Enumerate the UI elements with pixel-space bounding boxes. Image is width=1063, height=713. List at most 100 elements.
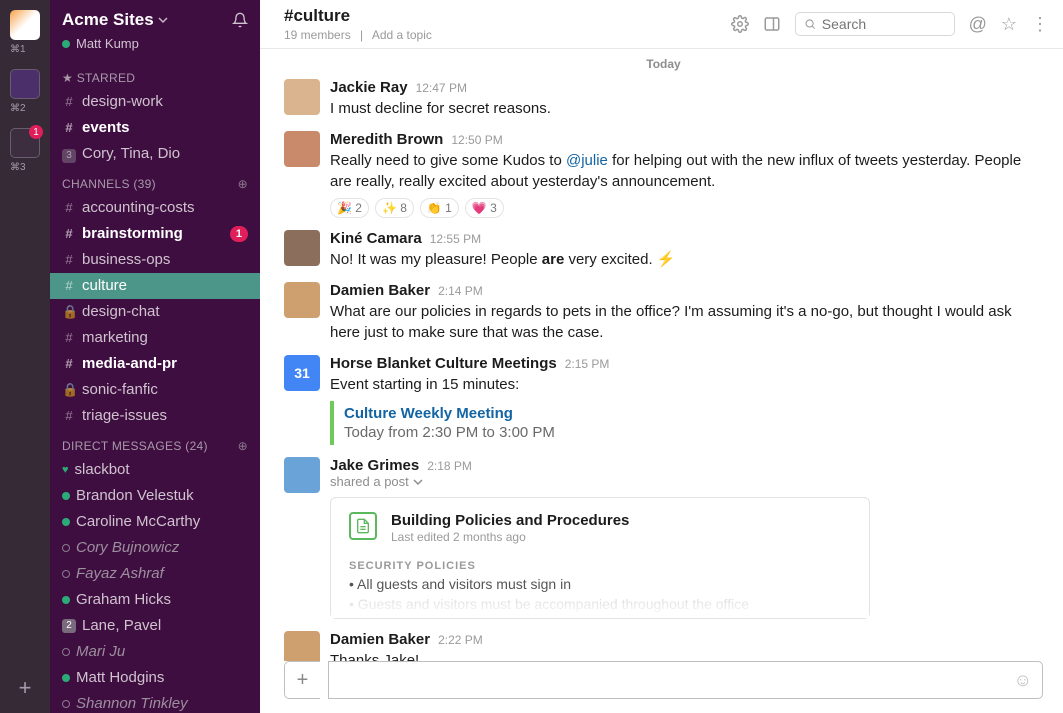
starred-item[interactable]: 3Cory, Tina, Dio bbox=[50, 141, 260, 167]
channel-item-marketing[interactable]: #marketing bbox=[50, 325, 260, 351]
item-label: media-and-pr bbox=[82, 353, 177, 375]
starred-header: ★ STARRED bbox=[50, 61, 260, 89]
dm-item[interactable]: Shannon Tinkley bbox=[50, 691, 260, 713]
search-box[interactable] bbox=[795, 12, 955, 36]
presence-dot bbox=[62, 518, 70, 526]
message-author[interactable]: Jake Grimes bbox=[330, 457, 419, 474]
date-divider: Today bbox=[284, 57, 1043, 71]
message-author[interactable]: Damien Baker bbox=[330, 282, 430, 299]
item-label: brainstorming bbox=[82, 223, 183, 245]
message-text: What are our policies in regards to pets… bbox=[330, 301, 1043, 343]
dm-item[interactable]: Graham Hicks bbox=[50, 587, 260, 613]
message: Damien Baker2:22 PMThanks Jake! bbox=[284, 631, 1043, 661]
message-input[interactable] bbox=[339, 672, 1010, 689]
hash-icon: # bbox=[62, 405, 76, 427]
avatar[interactable] bbox=[284, 230, 320, 266]
event-attachment[interactable]: Culture Weekly MeetingToday from 2:30 PM… bbox=[330, 401, 1043, 445]
workspace-1[interactable] bbox=[10, 10, 40, 40]
item-label: Cory, Tina, Dio bbox=[82, 143, 180, 165]
message-author[interactable]: Horse Blanket Culture Meetings bbox=[330, 355, 557, 372]
reaction[interactable]: ✨ 8 bbox=[375, 198, 414, 218]
add-workspace-button[interactable]: + bbox=[19, 675, 32, 701]
message-author[interactable]: Meredith Brown bbox=[330, 131, 443, 148]
search-input[interactable] bbox=[822, 16, 946, 32]
add-topic-link[interactable]: Add a topic bbox=[372, 28, 432, 42]
item-label: sonic-fanfic bbox=[82, 379, 158, 401]
dm-item[interactable]: Fayaz Ashraf bbox=[50, 561, 260, 587]
channel-item-design-chat[interactable]: 🔒design-chat bbox=[50, 299, 260, 325]
dm-item[interactable]: Cory Bujnowicz bbox=[50, 535, 260, 561]
dm-item[interactable]: Caroline McCarthy bbox=[50, 509, 260, 535]
dm-item[interactable]: ♥ slackbot bbox=[50, 457, 260, 483]
chevron-down-icon[interactable] bbox=[413, 477, 423, 487]
message: Meredith Brown12:50 PMReally need to giv… bbox=[284, 131, 1043, 218]
bell-icon[interactable] bbox=[232, 12, 248, 28]
item-label: Caroline McCarthy bbox=[76, 511, 200, 533]
item-label: business-ops bbox=[82, 249, 170, 271]
channel-item-triage-issues[interactable]: #triage-issues bbox=[50, 403, 260, 429]
item-label: events bbox=[82, 117, 130, 139]
message-text: I must decline for secret reasons. bbox=[330, 98, 1043, 119]
workspace-shortcut: ⌘2 bbox=[10, 103, 40, 114]
message-time: 2:18 PM bbox=[427, 459, 472, 473]
avatar[interactable] bbox=[284, 457, 320, 493]
group-count: 2 bbox=[62, 619, 76, 633]
message-author[interactable]: Kiné Camara bbox=[330, 230, 422, 247]
dm-item[interactable]: Matt Hodgins bbox=[50, 665, 260, 691]
current-user[interactable]: Matt Kump bbox=[50, 36, 260, 61]
channel-item-media-and-pr[interactable]: #media-and-pr bbox=[50, 351, 260, 377]
unread-badge: 1 bbox=[230, 226, 248, 242]
starred-item[interactable]: #events bbox=[50, 115, 260, 141]
at-icon[interactable]: @ bbox=[969, 14, 987, 35]
lock-icon: 🔒 bbox=[62, 301, 76, 323]
star-icon[interactable]: ☆ bbox=[1001, 14, 1017, 35]
gear-icon[interactable] bbox=[731, 15, 749, 33]
avatar[interactable] bbox=[284, 282, 320, 318]
workspace-2[interactable] bbox=[10, 69, 40, 99]
avatar[interactable] bbox=[284, 631, 320, 661]
message-input-wrap[interactable]: ☺ bbox=[328, 661, 1043, 699]
add-channel-button[interactable]: ⊕ bbox=[238, 177, 248, 191]
message-author[interactable]: Damien Baker bbox=[330, 631, 430, 648]
event-title[interactable]: Culture Weekly Meeting bbox=[344, 405, 1033, 422]
message-author[interactable]: Jackie Ray bbox=[330, 79, 408, 96]
pane-icon[interactable] bbox=[763, 15, 781, 33]
dm-item[interactable]: Brandon Velestuk bbox=[50, 483, 260, 509]
channel-item-culture[interactable]: #culture bbox=[50, 273, 260, 299]
mention[interactable]: @julie bbox=[566, 152, 608, 169]
channel-item-business-ops[interactable]: # business-ops bbox=[50, 247, 260, 273]
member-count[interactable]: 19 members bbox=[284, 28, 351, 42]
shared-label: shared a post bbox=[330, 474, 1043, 489]
heart-icon: ♥ bbox=[62, 459, 69, 481]
message-time: 12:47 PM bbox=[416, 81, 467, 95]
presence-dot bbox=[62, 492, 70, 500]
reaction[interactable]: 👏 1 bbox=[420, 198, 459, 218]
attach-button[interactable]: + bbox=[284, 661, 320, 699]
item-label: slackbot bbox=[75, 459, 130, 481]
channel-header: #culture 19 members | Add a topic @ ☆ ⋮ bbox=[260, 0, 1063, 49]
item-label: Fayaz Ashraf bbox=[76, 563, 164, 585]
avatar[interactable] bbox=[284, 131, 320, 167]
message: Jackie Ray 12:47 PM I must decline for sec… bbox=[284, 79, 1043, 119]
avatar[interactable] bbox=[284, 79, 320, 115]
more-icon[interactable]: ⋮ bbox=[1031, 14, 1049, 35]
channel-item-brainstorming[interactable]: #brainstorming1 bbox=[50, 221, 260, 247]
item-label: Lane, Pavel bbox=[82, 615, 161, 637]
dm-item[interactable]: Mari Ju bbox=[50, 639, 260, 665]
channel-name[interactable]: #culture bbox=[284, 6, 721, 26]
chevron-down-icon bbox=[158, 15, 168, 25]
channel-item-accounting-costs[interactable]: #accounting-costs bbox=[50, 195, 260, 221]
document-icon bbox=[349, 512, 377, 540]
reaction[interactable]: 💗 3 bbox=[465, 198, 504, 218]
workspace-3[interactable]: 1 bbox=[10, 128, 40, 158]
dm-item[interactable]: 2 Lane, Pavel bbox=[50, 613, 260, 639]
message-text: Event starting in 15 minutes: bbox=[330, 374, 1043, 395]
emoji-button[interactable]: ☺ bbox=[1014, 670, 1032, 691]
channel-item-sonic-fanfic[interactable]: 🔒sonic-fanfic bbox=[50, 377, 260, 403]
hash-icon: # bbox=[62, 249, 76, 271]
reaction[interactable]: 🎉 2 bbox=[330, 198, 369, 218]
team-switcher[interactable]: Acme Sites bbox=[62, 10, 168, 30]
starred-item[interactable]: #design-work bbox=[50, 89, 260, 115]
post-card[interactable]: Building Policies and ProceduresLast edi… bbox=[330, 497, 870, 619]
add-dm-button[interactable]: ⊕ bbox=[238, 439, 248, 453]
